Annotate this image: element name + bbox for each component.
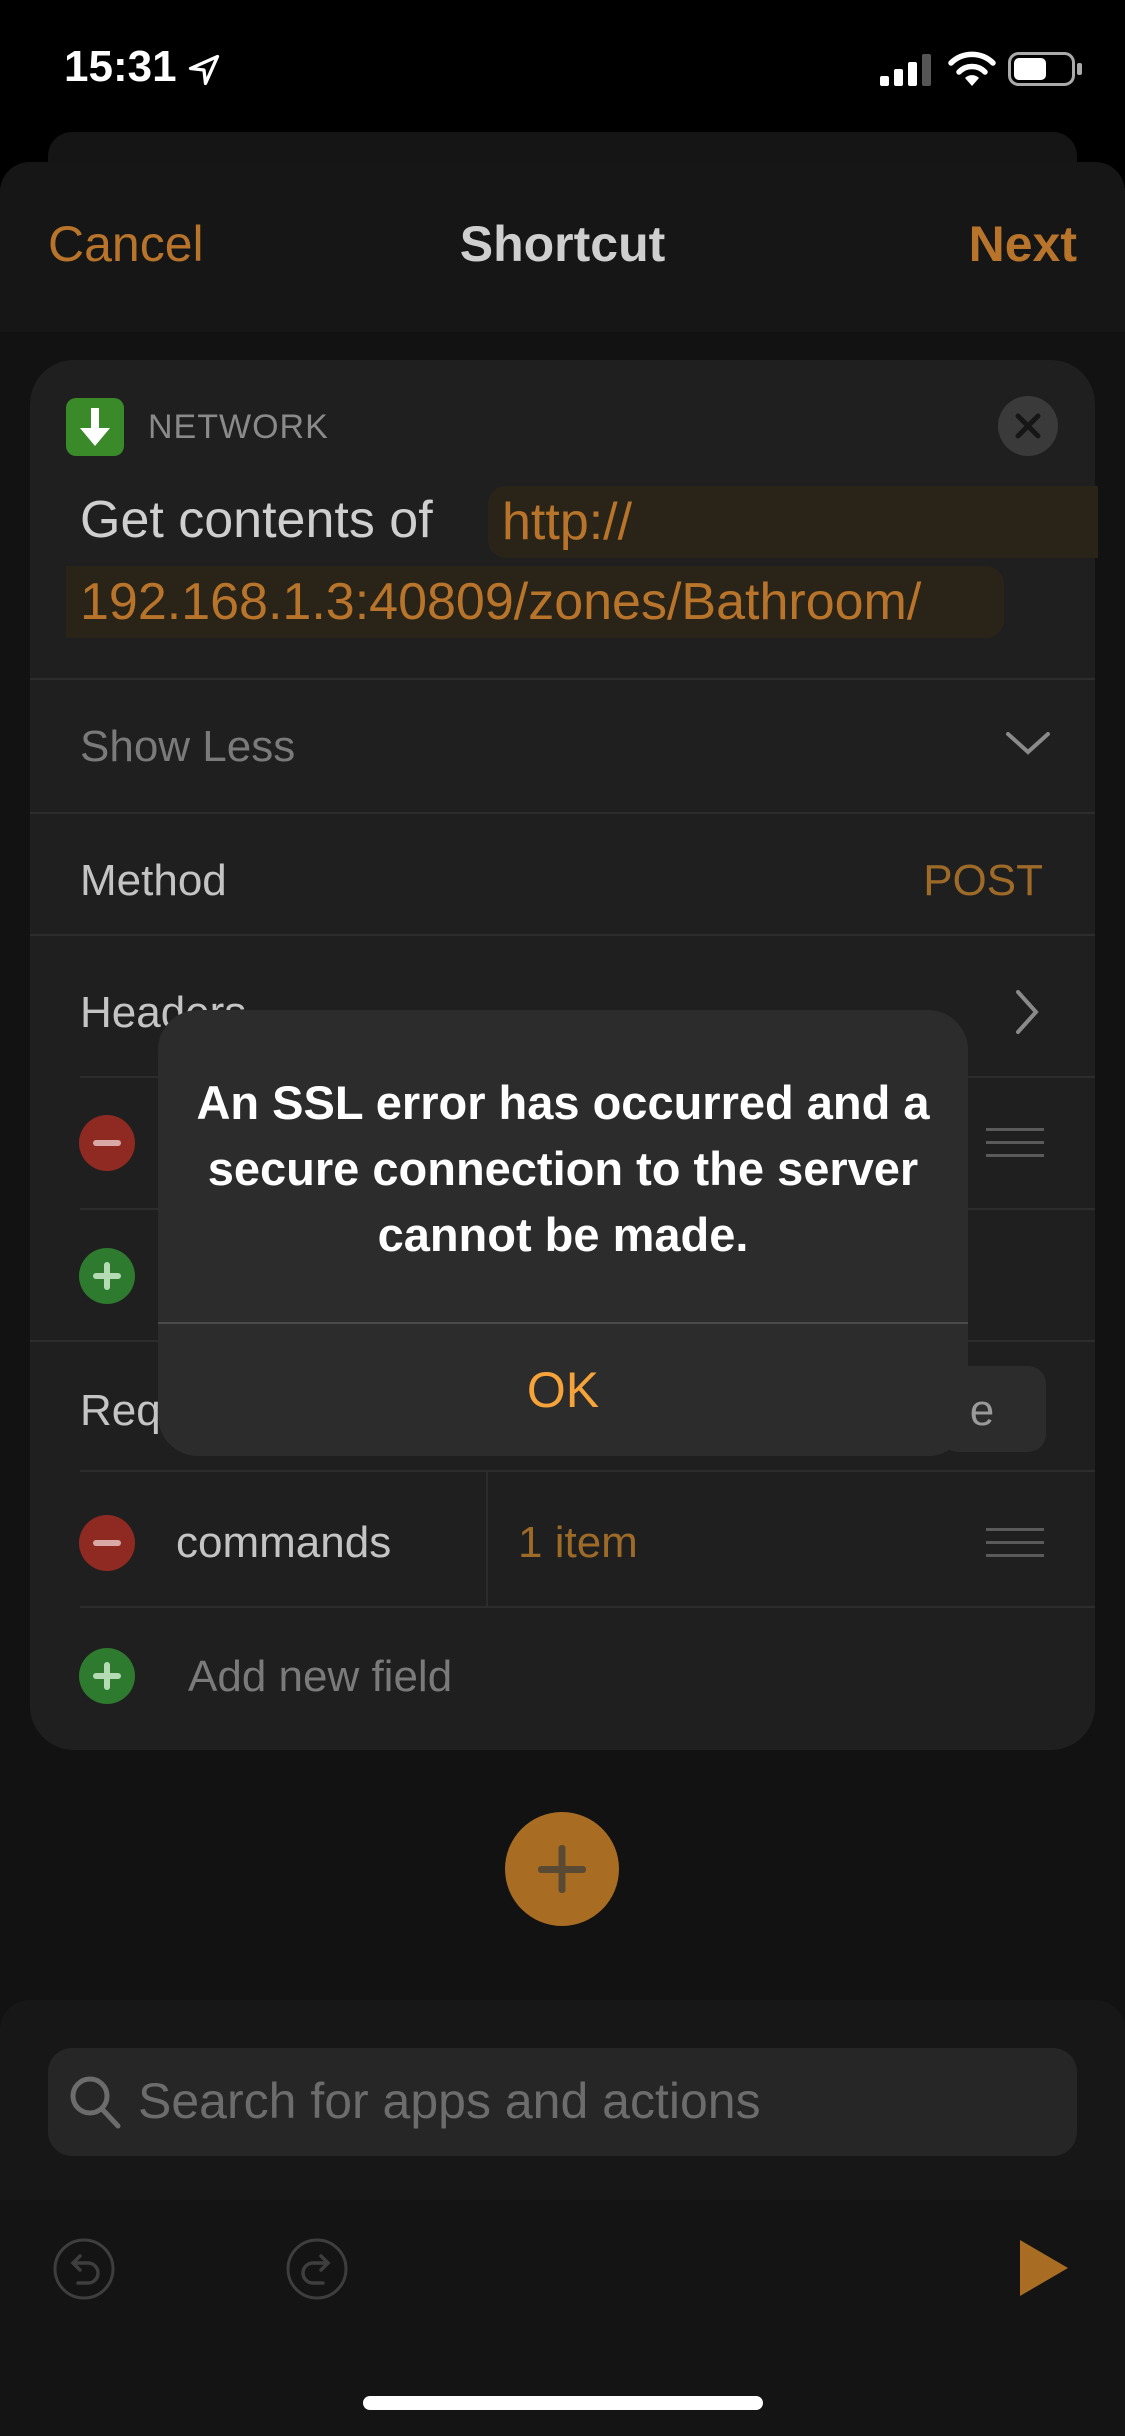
chevron-right-icon [1016, 990, 1039, 1034]
home-indicator [363, 2396, 763, 2410]
add-field-button[interactable] [79, 1648, 135, 1704]
field-value[interactable]: 1 item [518, 1518, 638, 1568]
column-divider [486, 1470, 488, 1606]
method-value[interactable]: POST [923, 856, 1043, 906]
method-label: Method [80, 856, 227, 905]
location-arrow-icon [188, 54, 220, 86]
divider [80, 1606, 1095, 1608]
action-description: Get contents of [80, 491, 433, 549]
minus-icon [93, 1540, 121, 1546]
add-header-button[interactable] [79, 1248, 135, 1304]
divider [30, 934, 1095, 936]
alert-message: An SSL error has occurred and a secure c… [196, 1076, 930, 1261]
action-category-label: NETWORK [148, 408, 329, 446]
divider [30, 812, 1095, 814]
reorder-handle-icon[interactable] [986, 1526, 1044, 1560]
request-body-label: Req [80, 1386, 161, 1435]
ssl-error-alert: An SSL error has occurred and a secure c… [158, 1010, 968, 1456]
add-action-button[interactable] [505, 1812, 619, 1926]
play-icon[interactable] [1016, 2236, 1072, 2300]
divider [30, 678, 1095, 680]
divider [80, 1470, 1095, 1472]
battery-icon [1008, 52, 1082, 86]
plus-icon [93, 1662, 121, 1690]
remove-field-button[interactable] [79, 1515, 135, 1571]
url-token-text[interactable]: http:// [502, 492, 632, 552]
plus-icon [93, 1262, 121, 1290]
minus-icon [93, 1140, 121, 1146]
plus-icon [538, 1845, 586, 1893]
field-key[interactable]: commands [176, 1518, 391, 1568]
chevron-down-icon [1006, 732, 1050, 755]
page-title: Shortcut [459, 216, 666, 272]
redo-icon[interactable] [285, 2237, 349, 2301]
show-less-toggle[interactable]: Show Less [80, 722, 295, 772]
ok-button[interactable]: OK [158, 1324, 968, 1456]
download-icon [66, 398, 124, 456]
status-time: 15:31 [64, 42, 177, 91]
cellular-signal-icon [880, 54, 931, 86]
url-token-text-continued[interactable]: 192.168.1.3:40809/zones/Bathroom/ [80, 572, 921, 632]
next-button[interactable]: Next [969, 215, 1077, 273]
search-placeholder: Search for apps and actions [138, 2073, 761, 2129]
close-icon [1015, 413, 1041, 439]
remove-header-button[interactable] [79, 1115, 135, 1171]
remove-action-button[interactable] [998, 396, 1058, 456]
add-field-label[interactable]: Add new field [188, 1652, 452, 1702]
undo-icon[interactable] [52, 2237, 116, 2301]
search-icon [70, 2076, 121, 2129]
reorder-handle-icon[interactable] [986, 1126, 1044, 1160]
wifi-icon [948, 51, 996, 86]
